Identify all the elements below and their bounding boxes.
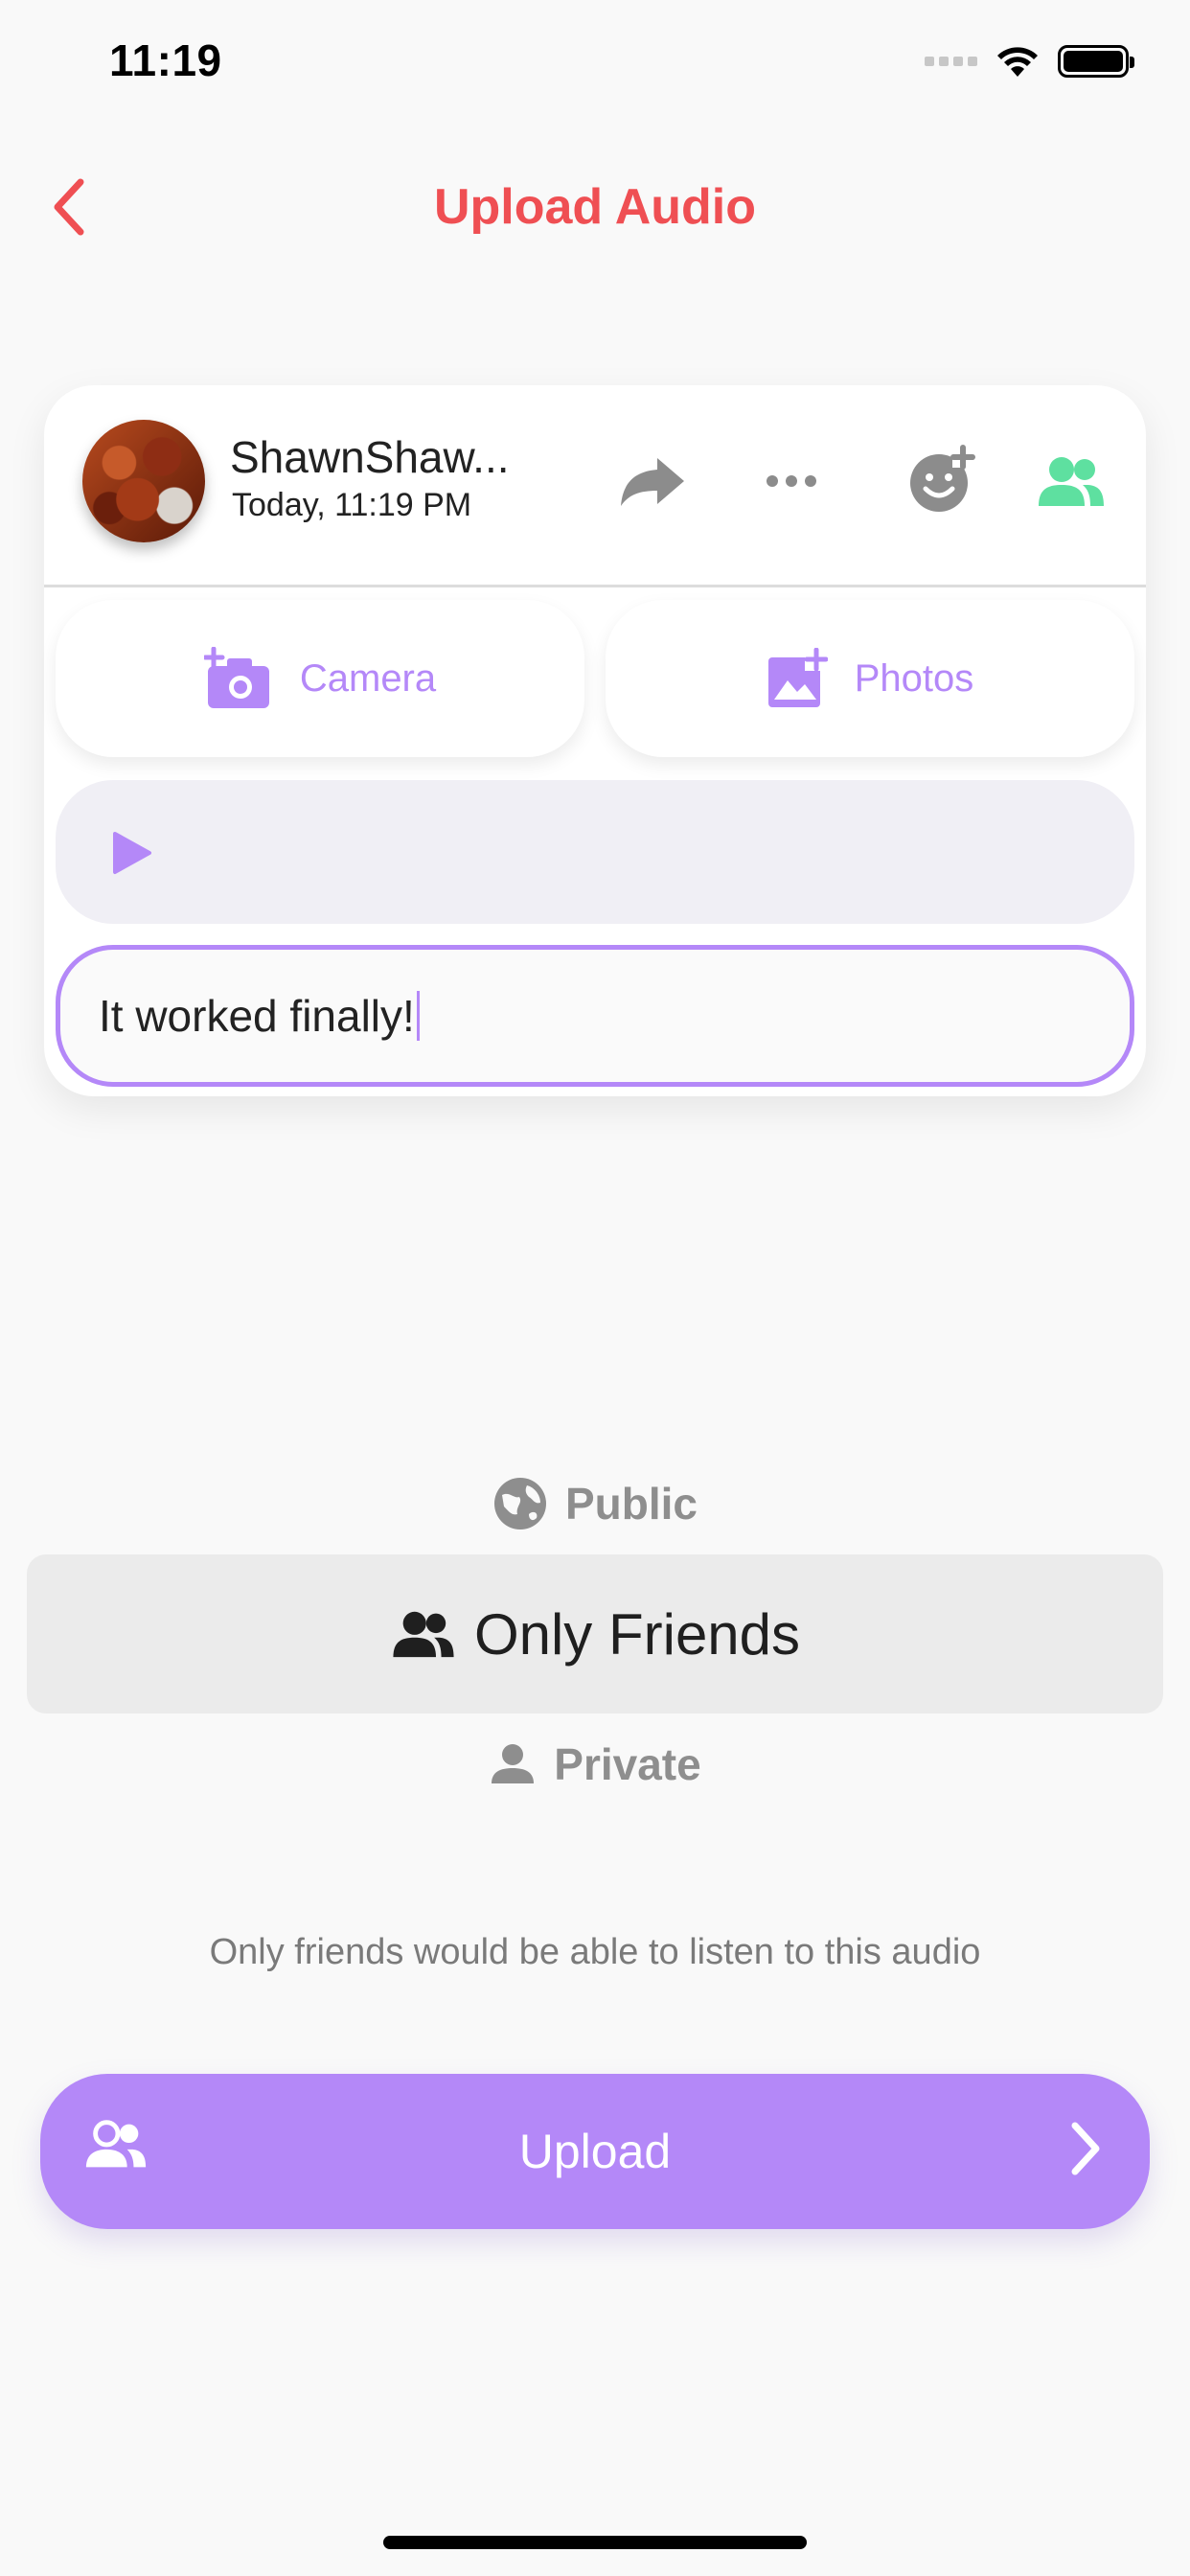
more-options-button[interactable] <box>753 443 830 519</box>
visibility-only-friends-label: Only Friends <box>473 1601 801 1667</box>
battery-icon <box>1058 45 1134 78</box>
more-dots-icon <box>767 475 816 487</box>
friends-icon <box>393 1611 454 1658</box>
visibility-option-public[interactable]: Public <box>0 1476 1190 1531</box>
post-card: ShawnShaw... Today, 11:19 PM Camera Phot… <box>44 385 1146 1096</box>
globe-icon <box>493 1478 546 1530</box>
add-reaction-button[interactable] <box>903 439 983 519</box>
camera-button[interactable]: Camera <box>56 600 584 757</box>
user-name: ShawnShaw... <box>230 432 510 482</box>
upload-audio-screen: 11:19 Upload Audio ShawnShaw... Today, 1… <box>0 0 1190 2576</box>
visibility-option-only-friends[interactable]: Only Friends <box>27 1554 1163 1714</box>
play-icon <box>113 832 151 874</box>
wifi-icon <box>995 44 1041 79</box>
share-button[interactable] <box>609 443 696 519</box>
caption-input[interactable]: It worked finally! <box>56 945 1134 1087</box>
status-time: 11:19 <box>109 35 222 85</box>
audio-player <box>56 780 1134 924</box>
friends-visibility-button[interactable] <box>1031 443 1111 519</box>
share-icon <box>621 458 684 506</box>
cellular-signal-icon <box>925 57 977 66</box>
home-indicator[interactable] <box>383 2536 807 2549</box>
friends-icon <box>1039 457 1104 506</box>
add-emoji-icon <box>910 445 975 512</box>
visibility-option-private[interactable]: Private <box>0 1738 1190 1790</box>
text-cursor <box>416 991 420 1041</box>
visibility-public-label: Public <box>564 1479 698 1529</box>
camera-label: Camera <box>299 656 437 700</box>
avatar[interactable] <box>82 420 205 542</box>
add-camera-icon <box>203 647 269 708</box>
page-title: Upload Audio <box>433 179 757 235</box>
person-icon <box>492 1744 535 1783</box>
upload-label: Upload <box>518 2125 672 2178</box>
add-photo-icon <box>767 648 828 707</box>
photos-button[interactable]: Photos <box>606 600 1134 757</box>
upload-button[interactable]: Upload <box>40 2074 1150 2229</box>
photos-label: Photos <box>854 656 974 700</box>
visibility-hint: Only friends would be able to listen to … <box>209 1932 981 1972</box>
status-icons <box>925 44 1134 79</box>
chevron-right-icon <box>1065 2118 1104 2184</box>
card-divider <box>44 585 1146 587</box>
caption-text: It worked finally! <box>99 991 415 1041</box>
post-timestamp: Today, 11:19 PM <box>232 487 472 523</box>
visibility-private-label: Private <box>554 1739 701 1789</box>
play-button[interactable] <box>103 824 161 882</box>
